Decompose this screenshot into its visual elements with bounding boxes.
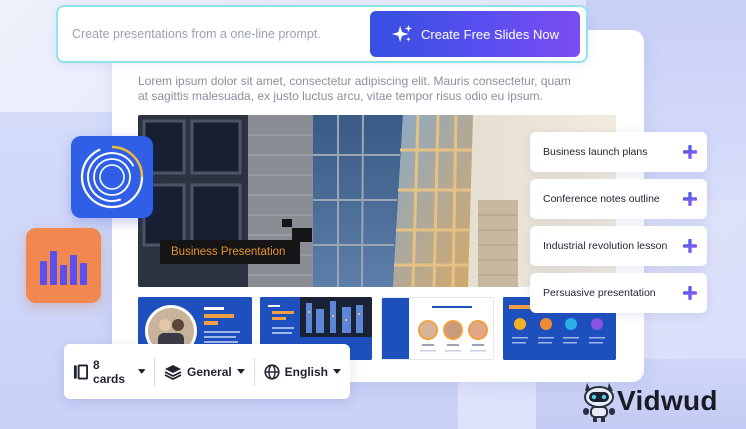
style-label: General bbox=[187, 364, 232, 379]
style-dropdown[interactable]: General bbox=[155, 344, 254, 399]
rings-app-icon bbox=[71, 136, 153, 218]
prompt-bar[interactable]: Create presentations from a one-line pro… bbox=[56, 5, 588, 63]
language-dropdown[interactable]: English bbox=[255, 344, 350, 399]
brand-name: Vidwud bbox=[617, 385, 718, 416]
bar-chart-app-icon bbox=[26, 228, 101, 303]
suggestion-label: Persuasive presentation bbox=[543, 287, 656, 299]
suggestion-label: Conference notes outline bbox=[543, 193, 660, 205]
globe-icon bbox=[264, 363, 280, 380]
plus-icon[interactable] bbox=[682, 144, 698, 160]
hero-caption: Business Presentation bbox=[160, 240, 300, 264]
caption-decoration bbox=[282, 219, 292, 227]
card-count-label: 8 cards bbox=[93, 357, 126, 386]
chevron-down-icon bbox=[236, 368, 245, 374]
robot-mascot-icon bbox=[583, 383, 615, 422]
create-slides-button[interactable]: Create Free Slides Now bbox=[370, 11, 580, 57]
brand-logo: Vidwud bbox=[579, 376, 739, 424]
layers-icon bbox=[164, 364, 182, 380]
description-text: Lorem ipsum dolor sit amet, consectetur … bbox=[138, 74, 571, 103]
plus-icon[interactable] bbox=[682, 238, 698, 254]
slide-thumbnail-3[interactable] bbox=[381, 297, 494, 360]
chevron-down-icon bbox=[137, 368, 146, 374]
suggestion-item[interactable]: Business launch plans bbox=[530, 132, 707, 172]
suggestion-label: Industrial revolution lesson bbox=[543, 240, 668, 252]
plus-icon[interactable] bbox=[682, 191, 698, 207]
suggestion-item[interactable]: Industrial revolution lesson bbox=[530, 226, 707, 266]
language-label: English bbox=[284, 364, 329, 379]
cards-icon bbox=[73, 363, 89, 380]
suggestion-label: Business launch plans bbox=[543, 146, 648, 158]
create-slides-label: Create Free Slides Now bbox=[421, 26, 559, 42]
options-bar: 8 cards General English bbox=[64, 344, 350, 399]
card-count-dropdown[interactable]: 8 cards bbox=[64, 344, 154, 399]
chevron-down-icon bbox=[333, 368, 342, 374]
suggestion-item[interactable]: Persuasive presentation bbox=[530, 273, 707, 313]
sparkle-icon bbox=[391, 24, 413, 43]
plus-icon[interactable] bbox=[682, 285, 698, 301]
suggestion-item[interactable]: Conference notes outline bbox=[530, 179, 707, 219]
